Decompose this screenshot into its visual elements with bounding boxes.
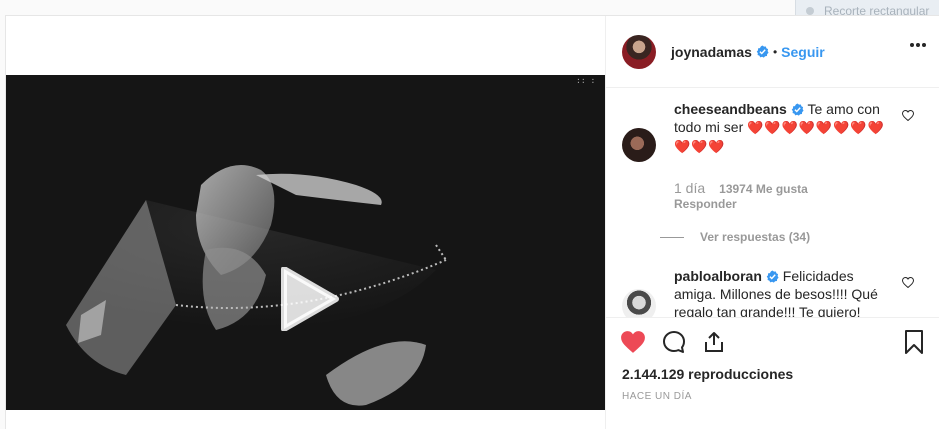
comments-list[interactable]: cheeseandbeans Te amo con todo mi ser ❤️… bbox=[606, 88, 939, 317]
comment-icon[interactable] bbox=[662, 330, 686, 354]
more-options-icon[interactable] bbox=[909, 42, 927, 48]
video-player[interactable]: :: : bbox=[6, 75, 605, 410]
svg-text::: :: :: : bbox=[576, 76, 595, 85]
post-header: joynadamas • Seguir bbox=[606, 16, 939, 88]
post-sidebar: joynadamas • Seguir cheeseandbeans Te am… bbox=[605, 16, 939, 429]
view-count[interactable]: 2.144.129 reproducciones bbox=[622, 366, 793, 382]
commenter-avatar[interactable] bbox=[622, 128, 656, 162]
play-button[interactable] bbox=[276, 267, 346, 337]
ultrasound-frame: :: : bbox=[66, 76, 595, 406]
commenter-username[interactable]: pabloalboran bbox=[674, 268, 762, 284]
verified-badge-icon bbox=[766, 270, 779, 283]
play-icon bbox=[281, 267, 339, 331]
share-icon[interactable] bbox=[702, 330, 726, 354]
comment-likes[interactable]: 13974 Me gusta bbox=[719, 182, 808, 196]
verified-badge-icon bbox=[756, 45, 769, 58]
follow-button[interactable]: Seguir bbox=[781, 44, 825, 60]
commenter-avatar[interactable] bbox=[622, 289, 656, 317]
reply-button[interactable]: Responder bbox=[674, 197, 737, 211]
post-card: :: : joynadamas • Seguir cheeseandbeans … bbox=[5, 15, 939, 429]
like-comment-icon[interactable] bbox=[902, 110, 914, 121]
header-separator: • bbox=[772, 44, 778, 59]
bookmark-icon[interactable] bbox=[904, 330, 924, 354]
comment-content: cheeseandbeans Te amo con todo mi ser ❤️… bbox=[674, 100, 899, 156]
replies-divider bbox=[660, 236, 684, 238]
post-timestamp[interactable]: HACE UN DÍA bbox=[622, 391, 692, 402]
comment-meta: 1 día 13974 Me gusta bbox=[674, 180, 808, 196]
comment-time[interactable]: 1 día bbox=[674, 180, 705, 196]
snip-mode-icon bbox=[806, 6, 814, 15]
like-heart-icon[interactable] bbox=[620, 330, 646, 354]
owner-username[interactable]: joynadamas bbox=[671, 44, 752, 60]
view-replies-button[interactable]: Ver respuestas (34) bbox=[660, 230, 810, 244]
view-replies-label: Ver respuestas (34) bbox=[700, 230, 811, 244]
like-comment-icon[interactable] bbox=[902, 277, 914, 288]
owner-avatar[interactable] bbox=[622, 34, 656, 69]
post-actions: 2.144.129 reproducciones HACE UN DÍA bbox=[606, 317, 939, 429]
commenter-username[interactable]: cheeseandbeans bbox=[674, 101, 787, 117]
comment-content: pabloalboran Felicidades amiga. Millones… bbox=[674, 267, 899, 317]
verified-badge-icon bbox=[791, 103, 804, 116]
